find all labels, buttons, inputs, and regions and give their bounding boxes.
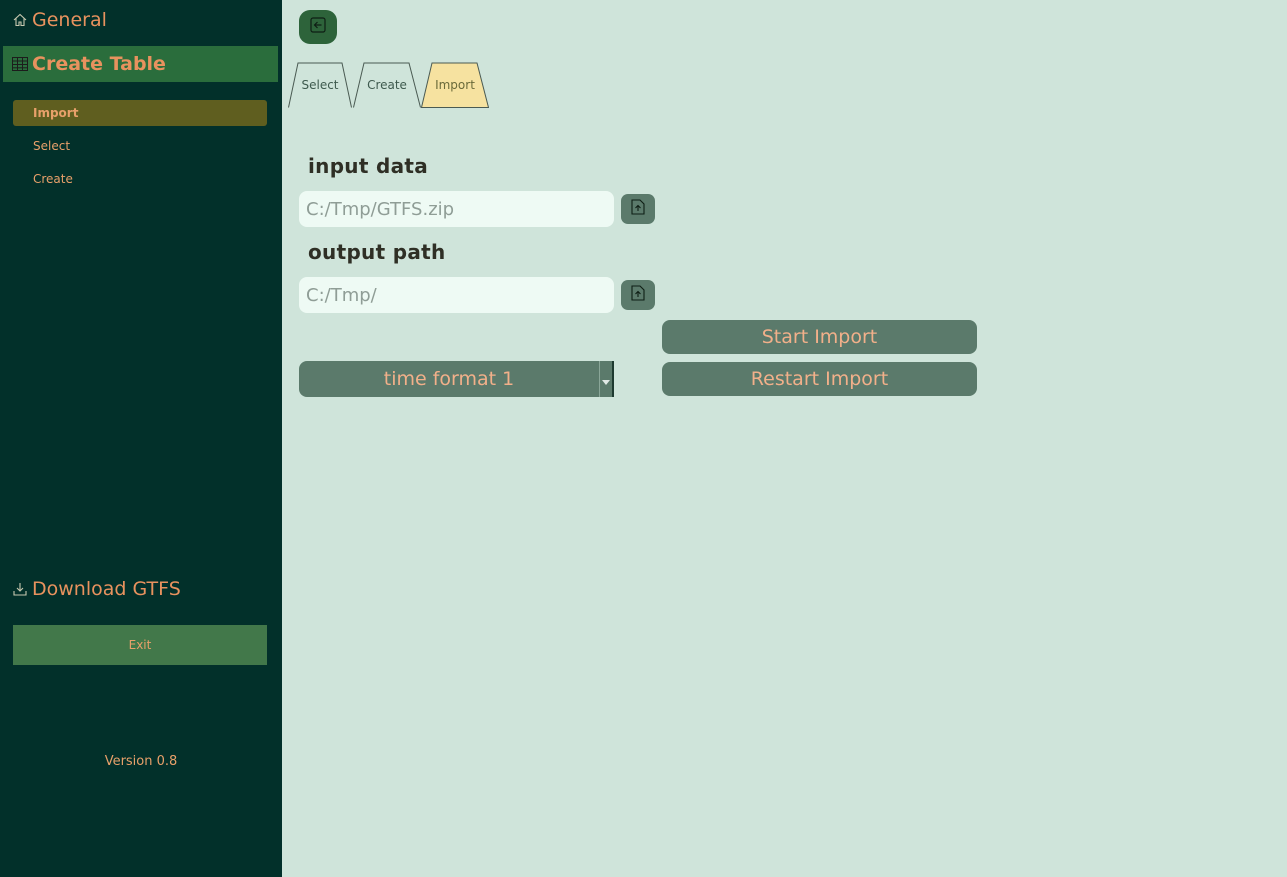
tab-import[interactable]: Import bbox=[421, 62, 489, 108]
back-button[interactable] bbox=[299, 10, 337, 44]
browse-input-button[interactable] bbox=[621, 194, 655, 224]
exit-button[interactable]: Exit bbox=[13, 625, 267, 665]
nav-general[interactable]: General bbox=[10, 9, 107, 31]
nav-general-label: General bbox=[32, 9, 107, 31]
output-path-field[interactable] bbox=[299, 277, 614, 313]
time-format-value: time format 1 bbox=[383, 368, 515, 390]
nav-download-label: Download GTFS bbox=[32, 578, 181, 600]
tab-create-label: Create bbox=[367, 78, 407, 92]
nav-create-table[interactable]: Create Table bbox=[3, 46, 278, 82]
file-upload-icon bbox=[631, 285, 645, 305]
restart-import-button[interactable]: Restart Import bbox=[662, 362, 977, 396]
time-format-select[interactable]: time format 1 bbox=[299, 361, 614, 397]
tab-import-label: Import bbox=[435, 78, 475, 92]
sidebar-item-select[interactable]: Select bbox=[13, 133, 267, 159]
tab-select-label: Select bbox=[301, 78, 339, 92]
input-data-field[interactable] bbox=[299, 191, 614, 227]
tab-select[interactable]: Select bbox=[288, 62, 352, 108]
tab-create[interactable]: Create bbox=[353, 62, 421, 108]
table-icon bbox=[10, 54, 30, 74]
nav-download-gtfs[interactable]: Download GTFS bbox=[10, 578, 181, 600]
input-data-label: input data bbox=[308, 154, 429, 178]
sidebar-item-create[interactable]: Create bbox=[13, 166, 267, 192]
sidebar: General Create Table Import Select Creat… bbox=[0, 0, 282, 877]
chevron-down-icon bbox=[602, 370, 610, 389]
file-upload-icon bbox=[631, 199, 645, 219]
home-icon bbox=[10, 10, 30, 30]
nav-create-table-label: Create Table bbox=[32, 53, 166, 75]
sidebar-item-import[interactable]: Import bbox=[13, 100, 267, 126]
browse-output-button[interactable] bbox=[621, 280, 655, 310]
version-label: Version 0.8 bbox=[104, 754, 178, 769]
start-import-button[interactable]: Start Import bbox=[662, 320, 977, 354]
back-arrow-icon bbox=[310, 17, 326, 37]
output-path-label: output path bbox=[308, 240, 446, 264]
dropdown-toggle[interactable] bbox=[599, 361, 614, 397]
download-icon bbox=[10, 579, 30, 599]
